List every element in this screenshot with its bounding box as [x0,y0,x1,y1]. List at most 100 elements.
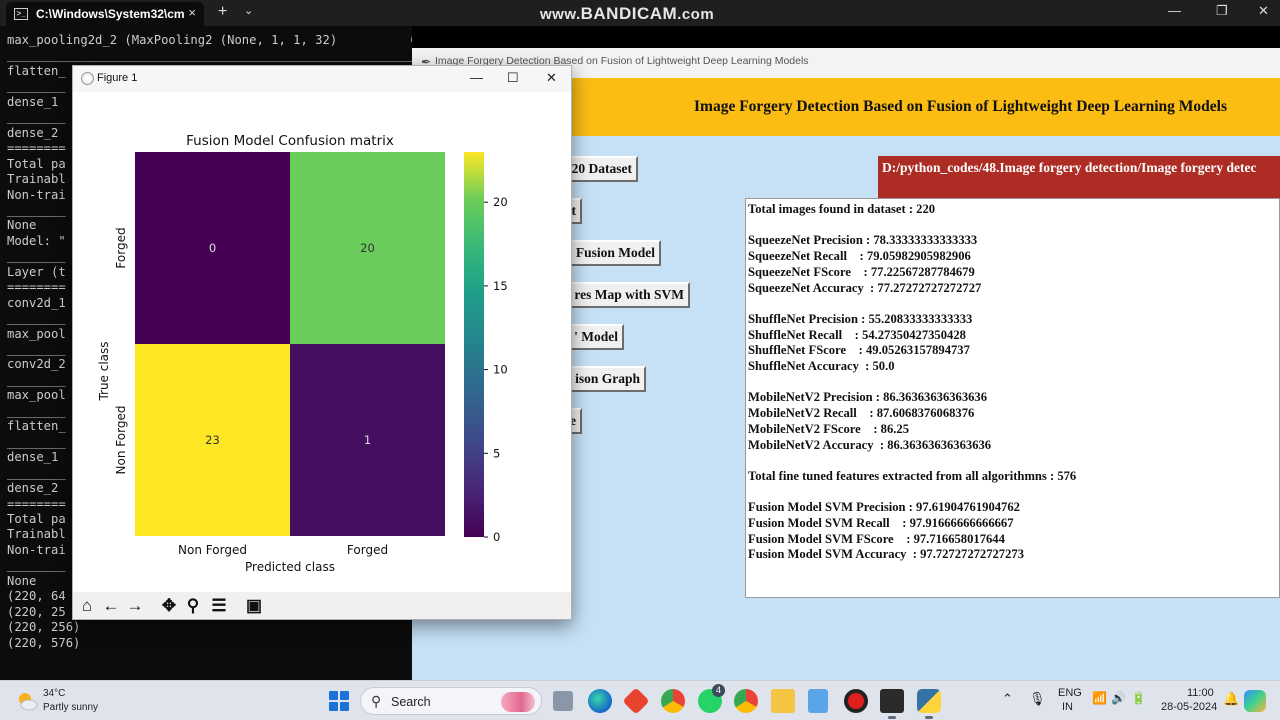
figure-toolbar: ⌂ ← → ✥ ⚲ ☰ ▣ [73,592,571,619]
copilot-icon[interactable] [1244,690,1266,712]
result-line: MobileNetV2 Precision : 86.3636363636363… [748,390,988,405]
bandicam-icon[interactable] [844,689,868,713]
clock-date[interactable]: 28-05-2024 [1161,701,1217,713]
terminal-line: (220, 64 [7,589,66,604]
colorbar-tick-label: 20 [493,195,508,209]
figure-title: Figure 1 [97,72,138,84]
desktop: >_ C:\Windows\System32\cm × + ⌄ www.BAND… [0,0,1280,720]
terminal-line: None [7,573,37,588]
terminal-line: ________ [7,311,66,326]
weather-description[interactable]: Partly sunny [43,702,98,713]
colorbar-tick-label: 0 [493,530,500,544]
figure-window: Figure 1 — ☐ ✕ Fusion Model Confusion ma… [72,65,572,620]
terminal-line: max_pooling2d_2 (MaxPooling2 (None, 1, 1… [7,33,412,47]
zoom-icon[interactable]: ⚲ [183,596,203,616]
matplotlib-icon [81,72,94,85]
cell-value-label: 0 [209,241,216,255]
terminal-line: ======== [7,496,66,511]
clock-time[interactable]: 11:00 [1187,687,1214,699]
results-text-area[interactable]: Total images found in dataset : 220 Squee… [745,198,1280,598]
colorbar-tick-label: 5 [493,446,500,460]
tab-close-icon[interactable]: × [188,5,196,20]
features-map-svm-button[interactable]: res Map with SVM [552,282,690,308]
notification-icon[interactable]: 🔔 [1223,691,1239,707]
cell-value-label: 20 [360,241,375,255]
terminal-line: ________ [7,372,66,387]
language-top[interactable]: ENG [1058,687,1082,699]
notepad-icon[interactable] [808,689,828,713]
terminal-line: None [7,218,37,233]
chrome-profile-icon[interactable] [734,689,758,713]
search-label: Search [391,695,431,709]
terminal-line: ======== [7,280,66,295]
result-line: ShuffleNet Precision : 55.20833333333333 [748,311,973,326]
pan-icon[interactable]: ✥ [159,596,179,616]
result-line: Fusion Model SVM Accuracy : 97.727272727… [748,547,1024,562]
x-tick-label: Non Forged [178,543,247,557]
minimize-icon[interactable]: — [1168,3,1181,18]
python-icon[interactable] [917,689,941,719]
watermark-prefix: www. [540,6,581,23]
microphone-icon[interactable]: 🎙 [1029,691,1046,707]
chart-title: Fusion Model Confusion matrix [186,133,394,149]
save-icon[interactable]: ▣ [244,596,264,616]
configure-subplots-icon[interactable]: ☰ [209,596,229,616]
tab-dropdown-button[interactable]: ⌄ [244,4,253,17]
figure-maximize-icon[interactable]: ☐ [507,70,519,86]
y-tick-label: Non Forged [114,406,128,475]
taskbar-search[interactable]: ⚲ Search [360,687,542,715]
edge-icon[interactable] [588,689,612,713]
terminal-line: ________________________________________… [7,48,412,63]
result-line: SqueezeNet FScore : 77.22567287784679 [748,264,975,279]
terminal-line: Total pa [7,156,66,171]
cell-value-label: 1 [364,433,371,447]
tray-overflow-icon[interactable]: ⌃ [1002,691,1013,707]
language-bottom[interactable]: IN [1062,701,1073,713]
confusion-matrix-chart: Fusion Model Confusion matrix 0 20 23 1 Non … [97,133,508,574]
terminal-taskbar-icon[interactable] [880,689,904,719]
volume-icon[interactable]: 🔊 [1111,691,1126,705]
new-tab-button[interactable]: + [218,3,227,21]
colorbar-tick-label: 15 [493,279,508,293]
terminal-line: ________ [7,403,66,418]
search-icon: ⚲ [371,693,382,709]
taskbar: 34°C Partly sunny ⚲ Search 4 ⌃ 🎙 ENG IN … [0,680,1280,720]
file-explorer-icon[interactable] [771,689,795,713]
figure-close-icon[interactable]: ✕ [546,70,557,86]
wifi-icon[interactable]: 📶 [1092,691,1107,705]
figure-canvas: Fusion Model Confusion matrix 0 20 23 1 Non … [73,92,571,592]
figure-titlebar[interactable]: Figure 1 — ☐ ✕ [73,66,571,92]
whatsapp-icon[interactable]: 4 [698,684,725,713]
partly-sunny-icon[interactable] [16,690,38,712]
search-highlight-image [501,692,535,712]
weather-temperature[interactable]: 34°C [43,688,65,699]
maximize-icon[interactable]: ❐ [1216,3,1228,19]
terminal-line: ________ [7,249,66,264]
chrome-icon[interactable] [661,689,685,713]
colorbar [464,152,484,537]
recorder-watermark: www.BANDICAM.com [540,4,714,24]
terminal-tab[interactable]: >_ C:\Windows\System32\cm × [6,2,204,26]
result-line: Total fine tuned features extracted from… [748,468,1077,483]
result-line: Fusion Model SVM Recall : 97.91666666666… [748,516,1014,530]
anydesk-icon[interactable] [622,687,650,715]
x-axis-label: Predicted class [245,560,335,574]
home-icon[interactable]: ⌂ [77,596,97,616]
terminal-line: ________ [7,558,66,573]
battery-icon[interactable]: 🔋 [1131,691,1146,705]
forward-arrow-icon[interactable]: → [125,596,145,616]
result-line: MobileNetV2 FScore : 86.25 [748,421,910,436]
dataset-path-label: D:/python_codes/48.Image forgery detecti… [878,156,1280,198]
terminal-line: Model: " [7,233,66,248]
start-icon[interactable] [329,691,349,711]
close-icon[interactable]: ✕ [1258,3,1269,19]
task-view-icon[interactable] [553,691,573,711]
terminal-line: ======== [7,141,66,156]
terminal-line: dense_2 [7,125,59,140]
terminal-line: Total pa [7,511,66,526]
terminal-line: ________ [7,342,66,356]
terminal-line: Trainabl [7,172,66,187]
back-arrow-icon[interactable]: ← [101,596,121,616]
figure-minimize-icon[interactable]: — [470,70,483,85]
terminal-line: dense_1 [7,450,59,465]
